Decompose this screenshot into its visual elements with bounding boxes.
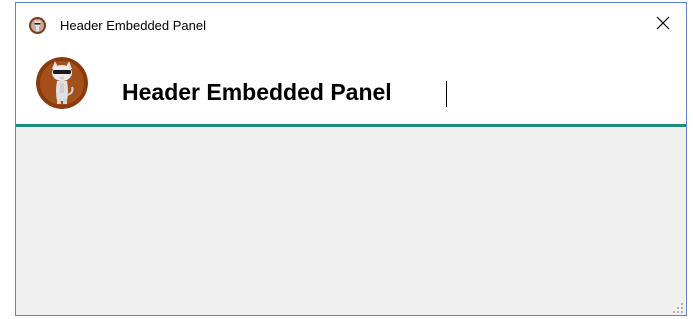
header-panel: Header Embedded Panel [16,48,686,125]
header-title[interactable]: Header Embedded Panel [122,79,392,105]
close-icon [656,16,670,35]
cat-avatar-icon [36,57,88,109]
content-area [16,127,686,315]
window-title: Header Embedded Panel [60,18,206,33]
resize-grip-icon[interactable] [672,301,684,313]
close-button[interactable] [640,3,686,48]
text-caret [446,81,447,107]
app-window: Header Embedded Panel Header Embedded Pa… [15,2,687,316]
app-logo-icon [29,17,46,34]
title-bar[interactable]: Header Embedded Panel [16,3,686,48]
